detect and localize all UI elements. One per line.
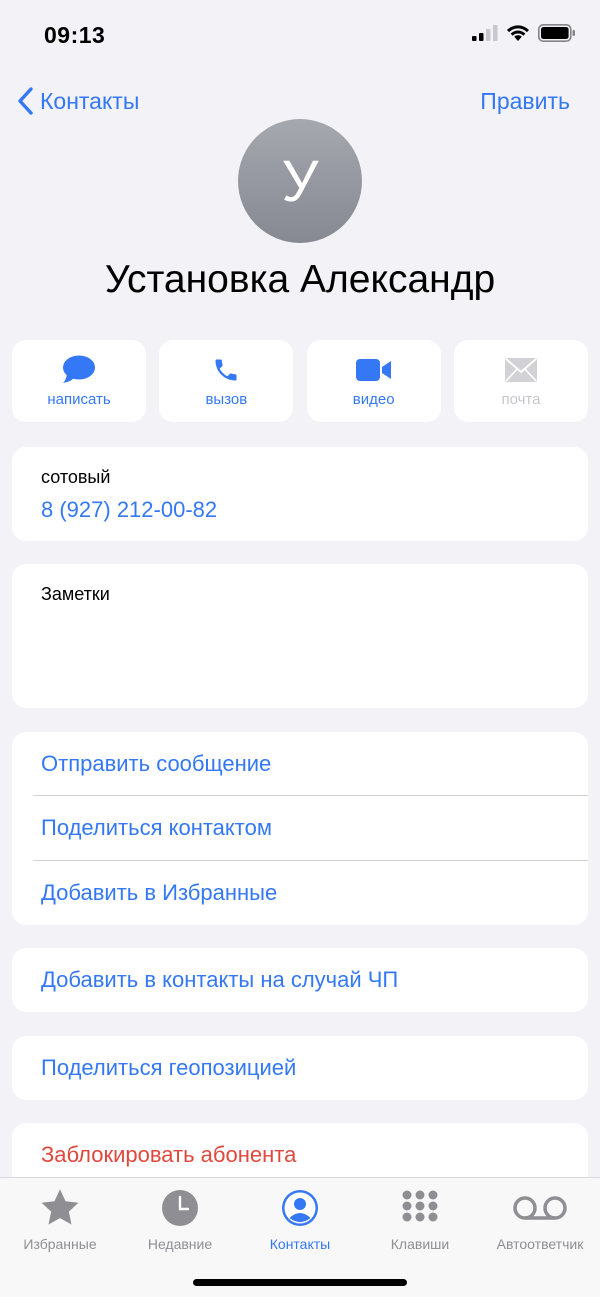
mail-action-label: почта	[501, 390, 541, 408]
tab-recents-label: Недавние	[147, 1236, 213, 1252]
voicemail-icon	[513, 1186, 567, 1230]
notes-label: Заметки	[41, 584, 110, 604]
tab-recents[interactable]: Недавние	[120, 1186, 240, 1252]
contact-detail-screen: 09:13 Контакты Править У Установка Алекс…	[0, 0, 600, 1297]
battery-icon	[538, 24, 575, 42]
message-action-label: написать	[47, 390, 111, 408]
avatar-initial: У	[281, 148, 319, 214]
quick-actions: написать вызов видео почта	[12, 340, 588, 422]
block-caller-label: Заблокировать абонента	[41, 1142, 297, 1167]
emergency-label: Добавить в контакты на случай ЧП	[41, 967, 399, 992]
message-action-button[interactable]: написать	[12, 340, 146, 422]
back-button-label: Контакты	[40, 87, 140, 114]
video-action-label: видео	[352, 390, 395, 408]
keypad-icon	[401, 1186, 439, 1230]
tab-voicemail-label: Автоответчик	[496, 1236, 584, 1252]
call-action-label: вызов	[205, 390, 248, 408]
chevron-left-icon	[18, 87, 33, 115]
tab-favorites-label: Избранные	[23, 1236, 97, 1252]
tab-favorites[interactable]: Избранные	[0, 1186, 120, 1252]
tab-keypad-label: Клавиши	[390, 1236, 450, 1252]
home-indicator[interactable]	[193, 1279, 407, 1286]
star-icon	[39, 1186, 81, 1230]
share-contact-option[interactable]: Поделиться контактом	[41, 796, 588, 860]
phone-number[interactable]: 8 (927) 212-00-82	[41, 497, 217, 523]
status-time: 09:13	[44, 22, 106, 48]
send-message-option[interactable]: Отправить сообщение	[41, 732, 588, 796]
status-bar: 09:13	[0, 0, 600, 70]
share-location-label: Поделиться геопозицией	[41, 1055, 297, 1080]
add-to-favorites-option[interactable]: Добавить в Избранные	[41, 861, 588, 925]
tab-voicemail[interactable]: Автоответчик	[480, 1186, 600, 1252]
back-button[interactable]: Контакты	[16, 86, 139, 116]
tab-keypad[interactable]: Клавиши	[360, 1186, 480, 1252]
mail-envelope-icon	[504, 355, 538, 385]
mail-action-button[interactable]: почта	[453, 340, 588, 422]
contact-name: Установка Александр	[104, 258, 496, 301]
tab-contacts-label: Контакты	[269, 1236, 331, 1252]
person-circle-icon	[281, 1186, 319, 1230]
clock-icon	[161, 1186, 199, 1230]
notes-card[interactable]: Заметки	[12, 564, 588, 708]
add-emergency-contact-option[interactable]: Добавить в контакты на случай ЧП	[12, 948, 588, 1012]
video-camera-icon	[355, 355, 392, 385]
phone-icon	[212, 355, 240, 385]
phone-number-card[interactable]: сотовый 8 (927) 212-00-82	[12, 447, 588, 541]
cellular-signal-icon	[472, 25, 498, 41]
status-icons	[472, 24, 576, 42]
share-location-option[interactable]: Поделиться геопозицией	[12, 1036, 588, 1100]
tab-contacts[interactable]: Контакты	[240, 1186, 360, 1252]
video-action-button[interactable]: видео	[306, 340, 441, 422]
call-action-button[interactable]: вызов	[159, 340, 294, 422]
phone-label: сотовый	[41, 467, 111, 487]
wifi-icon	[507, 25, 529, 41]
edit-button[interactable]: Править	[480, 88, 570, 115]
avatar: У	[238, 119, 362, 243]
contact-options-list: Отправить сообщение Поделиться контактом…	[12, 732, 588, 925]
message-bubble-icon	[62, 355, 96, 385]
